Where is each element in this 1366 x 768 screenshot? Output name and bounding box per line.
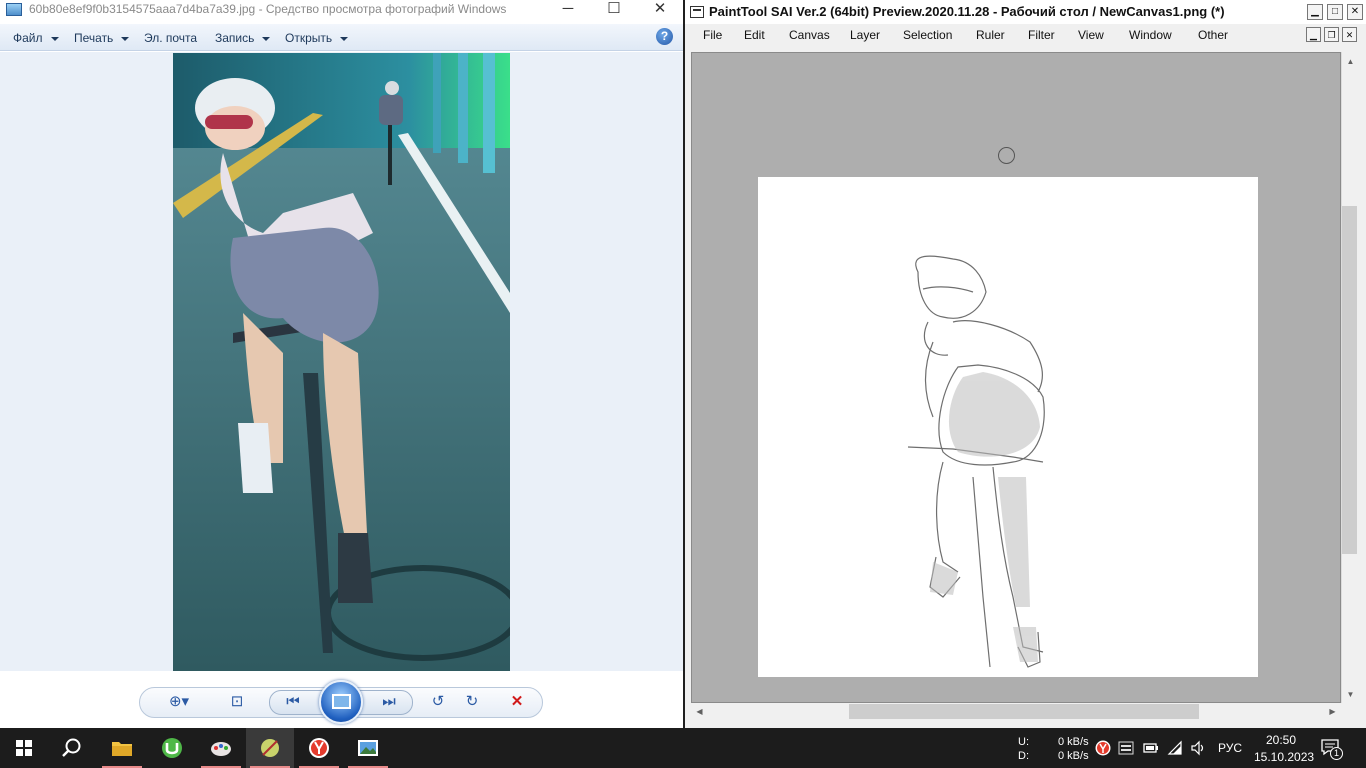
sai-menu-window[interactable]: Window <box>1129 28 1172 42</box>
folder-icon <box>112 742 132 756</box>
vertical-scroll-thumb[interactable] <box>1342 206 1357 554</box>
slideshow-button[interactable] <box>319 680 363 724</box>
viewer-maximize-button[interactable]: ☐ <box>591 0 637 20</box>
menu-open-label: Открыть <box>285 31 333 45</box>
menu-email-label: Эл. почта <box>144 31 198 45</box>
search-button[interactable] <box>48 728 96 768</box>
rotate-counterclockwise-icon[interactable]: ↺ <box>427 692 449 712</box>
chevron-down-icon <box>121 36 130 41</box>
viewer-titlebar[interactable]: 60b80e8ef9f0b3154575aaa7d4ba7a39.jpg - С… <box>0 0 683 20</box>
sai-menubar: File Edit Canvas Layer Selection Ruler F… <box>685 24 1366 46</box>
viewer-close-button[interactable]: ✕ <box>637 0 683 20</box>
menu-burn[interactable]: Запись <box>215 31 271 45</box>
sai-icon <box>261 739 279 757</box>
menu-open[interactable]: Открыть <box>285 31 349 45</box>
displayed-photo <box>173 53 510 671</box>
sai-titlebar[interactable]: PaintTool SAI Ver.2 (64bit) Preview.2020… <box>685 0 1366 24</box>
sai-menu-view[interactable]: View <box>1078 28 1104 42</box>
sai-menu-ruler[interactable]: Ruler <box>976 28 1005 42</box>
yandex-browser-icon <box>309 738 329 758</box>
taskbar-paint-app[interactable] <box>197 728 245 768</box>
sai-menu-edit[interactable]: Edit <box>744 28 765 42</box>
search-icon <box>62 738 81 757</box>
photo-viewer-window: 60b80e8ef9f0b3154575aaa7d4ba7a39.jpg - С… <box>0 0 683 728</box>
taskbar: U: D: 0 kB/s 0 kB/s РУС 20:50 15.10.2023… <box>0 728 1366 768</box>
yandex-tray-icon[interactable] <box>1095 740 1111 756</box>
photo-viewer-app-icon <box>6 3 22 16</box>
viewer-menubar: Файл Печать Эл. почта Запись Открыть <box>0 24 683 51</box>
chevron-down-icon <box>262 36 271 41</box>
fit-to-window-icon[interactable]: ⊡ <box>226 692 248 712</box>
scroll-left-icon[interactable]: ◀ <box>692 704 707 719</box>
upload-label: U: <box>1018 736 1029 748</box>
sai-close-button[interactable]: ✕ <box>1347 4 1363 20</box>
scroll-right-icon[interactable]: ▶ <box>1325 704 1340 719</box>
taskbar-file-explorer[interactable] <box>98 728 146 768</box>
taskbar-painttool-sai[interactable] <box>246 728 294 768</box>
menu-print[interactable]: Печать <box>74 31 130 45</box>
sai-menu-canvas[interactable]: Canvas <box>789 28 830 42</box>
next-icon[interactable]: ⏭ <box>378 692 400 712</box>
photo-viewer-icon <box>358 740 378 756</box>
notification-count-badge: 1 <box>1330 747 1343 760</box>
painttool-sai-window: PaintTool SAI Ver.2 (64bit) Preview.2020… <box>685 0 1366 728</box>
sai-window-title: PaintTool SAI Ver.2 (64bit) Preview.2020… <box>709 4 1225 19</box>
notification-center-button[interactable]: 1 <box>1320 738 1344 760</box>
sai-maximize-button[interactable]: □ <box>1327 4 1343 20</box>
chevron-down-icon <box>50 36 59 41</box>
sai-menu-filter[interactable]: Filter <box>1028 28 1055 42</box>
zoom-icon[interactable]: ⊕▾ <box>168 692 190 712</box>
menu-burn-label: Запись <box>215 31 255 45</box>
scroll-down-icon[interactable]: ▼ <box>1343 687 1358 702</box>
windows-logo-icon <box>16 740 32 756</box>
delete-icon[interactable]: ✕ <box>506 692 528 712</box>
menu-email[interactable]: Эл. почта <box>144 31 197 45</box>
doc-minimize-button[interactable]: ▁ <box>1306 27 1321 42</box>
doc-restore-button[interactable]: ❐ <box>1324 27 1339 42</box>
viewer-window-title: 60b80e8ef9f0b3154575aaa7d4ba7a39.jpg - С… <box>29 2 507 16</box>
sai-menu-selection[interactable]: Selection <box>903 28 952 42</box>
menu-print-label: Печать <box>74 31 114 45</box>
sai-minimize-button[interactable]: ▁ <box>1307 4 1323 20</box>
upload-speed: 0 kB/s <box>1058 736 1089 748</box>
battery-icon[interactable] <box>1143 741 1159 755</box>
chevron-down-icon <box>340 36 349 41</box>
language-indicator[interactable]: РУС <box>1218 741 1242 755</box>
speaker-icon[interactable] <box>1190 740 1206 756</box>
menu-file[interactable]: Файл <box>13 31 59 45</box>
doc-close-button[interactable]: ✕ <box>1342 27 1357 42</box>
utorrent-icon <box>162 738 182 758</box>
scroll-up-icon[interactable]: ▲ <box>1343 54 1358 69</box>
sai-menu-layer[interactable]: Layer <box>850 28 880 42</box>
horizontal-scroll-thumb[interactable] <box>849 704 1199 719</box>
menu-file-label: Файл <box>13 31 43 45</box>
canvas-viewport[interactable] <box>691 52 1341 703</box>
taskbar-photo-viewer[interactable] <box>344 728 392 768</box>
sai-app-icon <box>690 6 704 18</box>
drawing-canvas[interactable] <box>758 177 1258 677</box>
taskbar-utorrent[interactable] <box>148 728 196 768</box>
palette-icon <box>211 742 231 756</box>
download-speed: 0 kB/s <box>1058 750 1089 762</box>
download-label: D: <box>1018 750 1029 762</box>
sai-menu-file[interactable]: File <box>703 28 722 42</box>
taskbar-yandex-browser[interactable] <box>295 728 343 768</box>
clock-time[interactable]: 20:50 <box>1266 733 1296 747</box>
app-tray-icon[interactable] <box>1118 740 1134 756</box>
rotate-clockwise-icon[interactable]: ↻ <box>461 692 483 712</box>
start-button[interactable] <box>0 728 48 768</box>
sai-menu-other[interactable]: Other <box>1198 28 1228 42</box>
wifi-icon[interactable] <box>1167 740 1183 756</box>
brush-cursor <box>998 147 1015 164</box>
slideshow-icon <box>332 694 351 709</box>
clock-date[interactable]: 15.10.2023 <box>1254 750 1314 764</box>
viewer-minimize-button[interactable]: ─ <box>545 0 591 20</box>
help-icon[interactable]: ? <box>656 28 673 45</box>
previous-icon[interactable]: ⏮ <box>282 692 304 712</box>
